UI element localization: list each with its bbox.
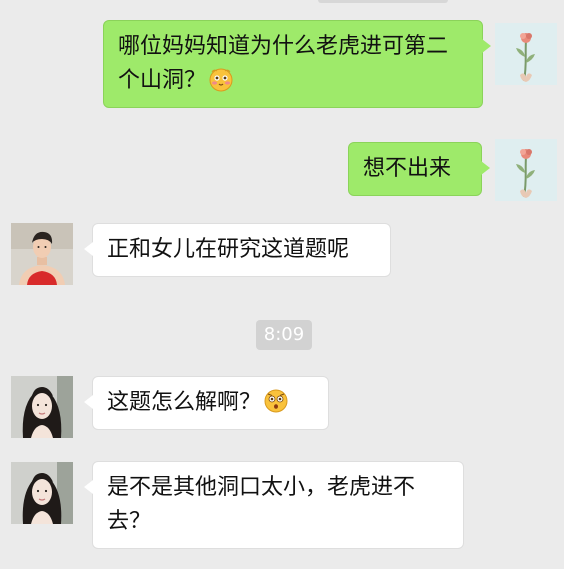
woman-avatar-2[interactable]	[11, 462, 73, 524]
message-text-2: 想不出来	[363, 156, 452, 181]
message-text-3: 正和女儿在研究这道题呢	[107, 237, 350, 262]
message-bubble-1[interactable]: 哪位妈妈知道为什么老虎进可第二个山洞？	[103, 20, 491, 108]
surprised-face-emoji-icon	[263, 388, 289, 414]
message-bubble-5[interactable]: 是不是其他洞口太小，老虎进不去？	[84, 461, 464, 549]
message-text-1: 哪位妈妈知道为什么老虎进可第二个山洞？	[118, 34, 449, 93]
message-text-4: 这题怎么解啊？	[107, 390, 262, 415]
message-bubble-4[interactable]: 这题怎么解啊？	[84, 376, 329, 430]
woman-avatar-1[interactable]	[11, 376, 73, 438]
flower-avatar-1[interactable]	[495, 23, 557, 85]
message-bubble-2[interactable]: 想不出来	[348, 142, 490, 196]
message-bubble-3[interactable]: 正和女儿在研究这道题呢	[84, 223, 391, 277]
young-man-avatar[interactable]	[11, 223, 73, 285]
blush-face-emoji-icon	[208, 66, 234, 92]
previous-message-edge	[318, 0, 448, 3]
message-text-5: 是不是其他洞口太小，老虎进不去？	[107, 475, 416, 534]
flower-avatar-2[interactable]	[495, 139, 557, 201]
timestamp: 8:09	[256, 320, 312, 350]
